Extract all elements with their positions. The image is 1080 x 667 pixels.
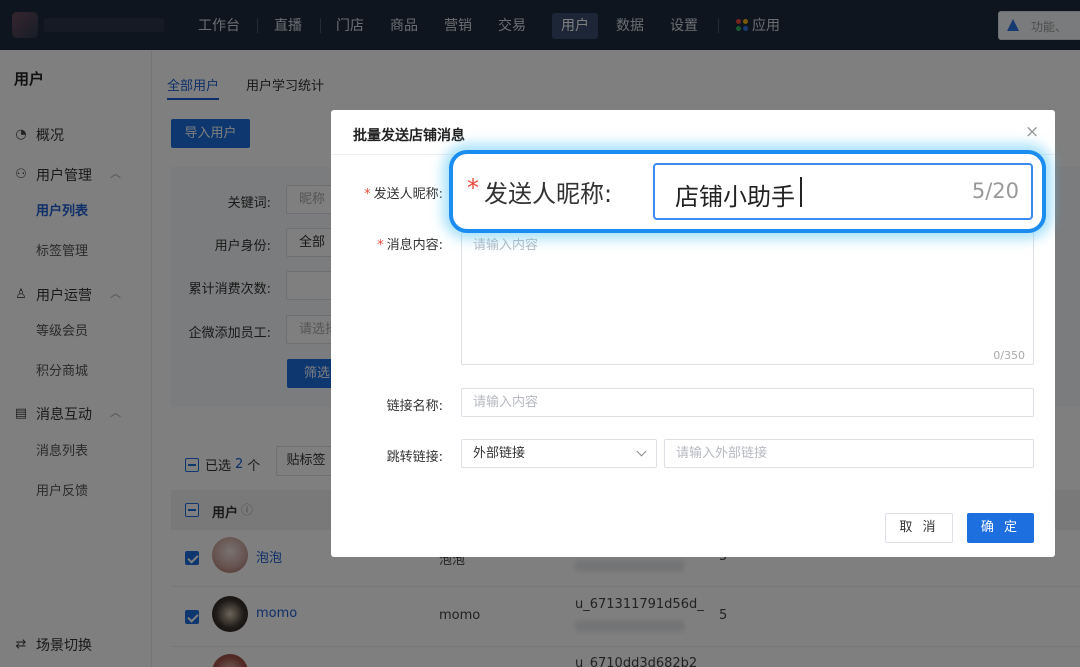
- external-link-input[interactable]: 请输入外部链接: [664, 439, 1034, 468]
- jump-type-select[interactable]: 外部链接: [461, 439, 657, 468]
- content-char-counter: 0/350: [993, 349, 1025, 362]
- required-mark: *: [364, 187, 371, 202]
- required-mark: *: [377, 238, 384, 253]
- confirm-button[interactable]: 确 定: [967, 513, 1034, 543]
- sender-nickname-zoom-callout: * 发送人昵称: 店铺小助手 5/20: [449, 150, 1046, 233]
- label-text: 发送人昵称:: [373, 187, 443, 202]
- textarea-placeholder: 请输入内容: [473, 238, 539, 253]
- label-text: 消息内容:: [386, 238, 443, 253]
- jump-link-label: 跳转链接:: [386, 450, 443, 465]
- sender-nickname-input[interactable]: 店铺小助手 5/20: [653, 163, 1033, 220]
- sender-char-counter: 5/20: [971, 179, 1019, 203]
- required-mark: *: [467, 174, 479, 202]
- dialog-title: 批量发送店铺消息: [353, 128, 465, 144]
- sender-nickname-label: * 发送人昵称:: [331, 183, 443, 202]
- chevron-down-icon: [636, 446, 647, 457]
- link-name-label: 链接名称:: [386, 399, 443, 414]
- text-caret: [800, 177, 802, 207]
- sender-nickname-label-zoomed: 发送人昵称:: [484, 180, 613, 208]
- jump-type-value: 外部链接: [473, 446, 526, 461]
- message-content-textarea[interactable]: 请输入内容 0/350: [461, 227, 1034, 365]
- message-content-label: * 消息内容:: [331, 234, 443, 253]
- link-name-input[interactable]: 请输入内容: [461, 388, 1034, 417]
- close-icon[interactable]: ×: [1025, 122, 1039, 142]
- cancel-button[interactable]: 取 消: [885, 513, 953, 543]
- sender-nickname-value: 店铺小助手: [675, 183, 795, 211]
